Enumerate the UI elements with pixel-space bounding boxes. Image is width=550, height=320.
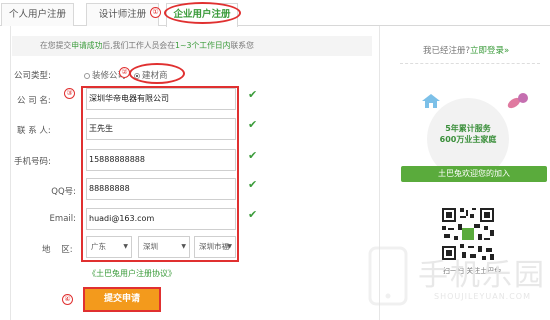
- login-link[interactable]: 立即登录»: [470, 46, 509, 56]
- qq-label: QQ号:: [51, 187, 76, 197]
- company-type-label: 公司类型:: [14, 71, 51, 81]
- stat-years: 5年累计服务: [445, 124, 491, 133]
- notice-middle: 后,我们工作人员会在: [102, 41, 176, 50]
- watermark-subtext: SHOUJILEYUAN.COM: [434, 292, 532, 301]
- company-name-label: 公 司 名:: [17, 96, 51, 106]
- contact-label: 联 系 人:: [17, 126, 51, 136]
- annotation-circle-type: [129, 63, 185, 84]
- annotation-circle-tab: [164, 2, 241, 24]
- province-select[interactable]: 广东 ▼: [86, 236, 132, 258]
- company-name-input[interactable]: 深圳华帝电器有限公司: [86, 88, 236, 110]
- house-icon: [422, 94, 440, 108]
- tab-designer[interactable]: 设计师注册: [86, 3, 159, 26]
- contact-input[interactable]: 王先生: [86, 118, 236, 140]
- check-icon: ✔: [248, 88, 258, 101]
- check-icon: ✔: [248, 208, 258, 221]
- tab-personal[interactable]: 个人用户注册: [1, 3, 74, 26]
- chevron-down-icon: ▼: [123, 243, 128, 250]
- chevron-down-icon: ▼: [227, 243, 232, 250]
- welcome-banner: 土巴兔欢迎您的加入: [401, 166, 547, 182]
- chevron-down-icon: ▼: [181, 243, 186, 250]
- phone-input[interactable]: 15888888888: [86, 149, 236, 171]
- registration-tabs: 个人用户注册 设计师注册 企业用户注册: [0, 0, 550, 27]
- notice-bar: 在您提交申请成功后,我们工作人员会在1~3个工作日内联系您: [12, 36, 372, 56]
- pills-icon: [507, 93, 528, 109]
- city-select[interactable]: 深圳 ▼: [138, 236, 190, 258]
- already-text: 我已经注册?: [423, 46, 471, 56]
- city-value: 深圳: [143, 242, 158, 251]
- watermark-text: 手机乐园: [418, 258, 546, 293]
- annotation-number-1: ①: [150, 7, 161, 18]
- region-label: 地 区:: [42, 245, 73, 255]
- stat-households: 600万业主家庭: [439, 135, 497, 144]
- divider: [400, 63, 540, 64]
- already-registered: 我已经注册?立即登录»: [423, 44, 509, 56]
- annotation-number-4: ④: [62, 294, 73, 305]
- province-value: 广东: [91, 242, 106, 251]
- radio-dot: [84, 72, 90, 79]
- notice-prefix: 在您提交: [40, 41, 72, 50]
- notice-highlight-success: 申请成功: [71, 41, 103, 50]
- email-label: Email:: [49, 214, 76, 224]
- annotation-number-2: ②: [119, 67, 130, 78]
- phone-label: 手机号码:: [14, 157, 51, 167]
- district-select[interactable]: 深圳市福 ▼: [194, 236, 236, 258]
- notice-suffix: 联系您: [230, 41, 254, 50]
- email-input[interactable]: huadi@163.com: [86, 208, 236, 230]
- notice-highlight-days: 1~3个工作日内: [175, 41, 231, 50]
- check-icon: ✔: [248, 149, 258, 162]
- submit-button[interactable]: 提交申请: [83, 287, 161, 312]
- check-icon: ✔: [248, 178, 258, 191]
- agreement-link[interactable]: 《土巴兔用户注册协议》: [88, 268, 176, 279]
- qq-input[interactable]: 88888888: [86, 178, 236, 200]
- check-icon: ✔: [248, 118, 258, 131]
- district-value: 深圳市福: [199, 242, 229, 251]
